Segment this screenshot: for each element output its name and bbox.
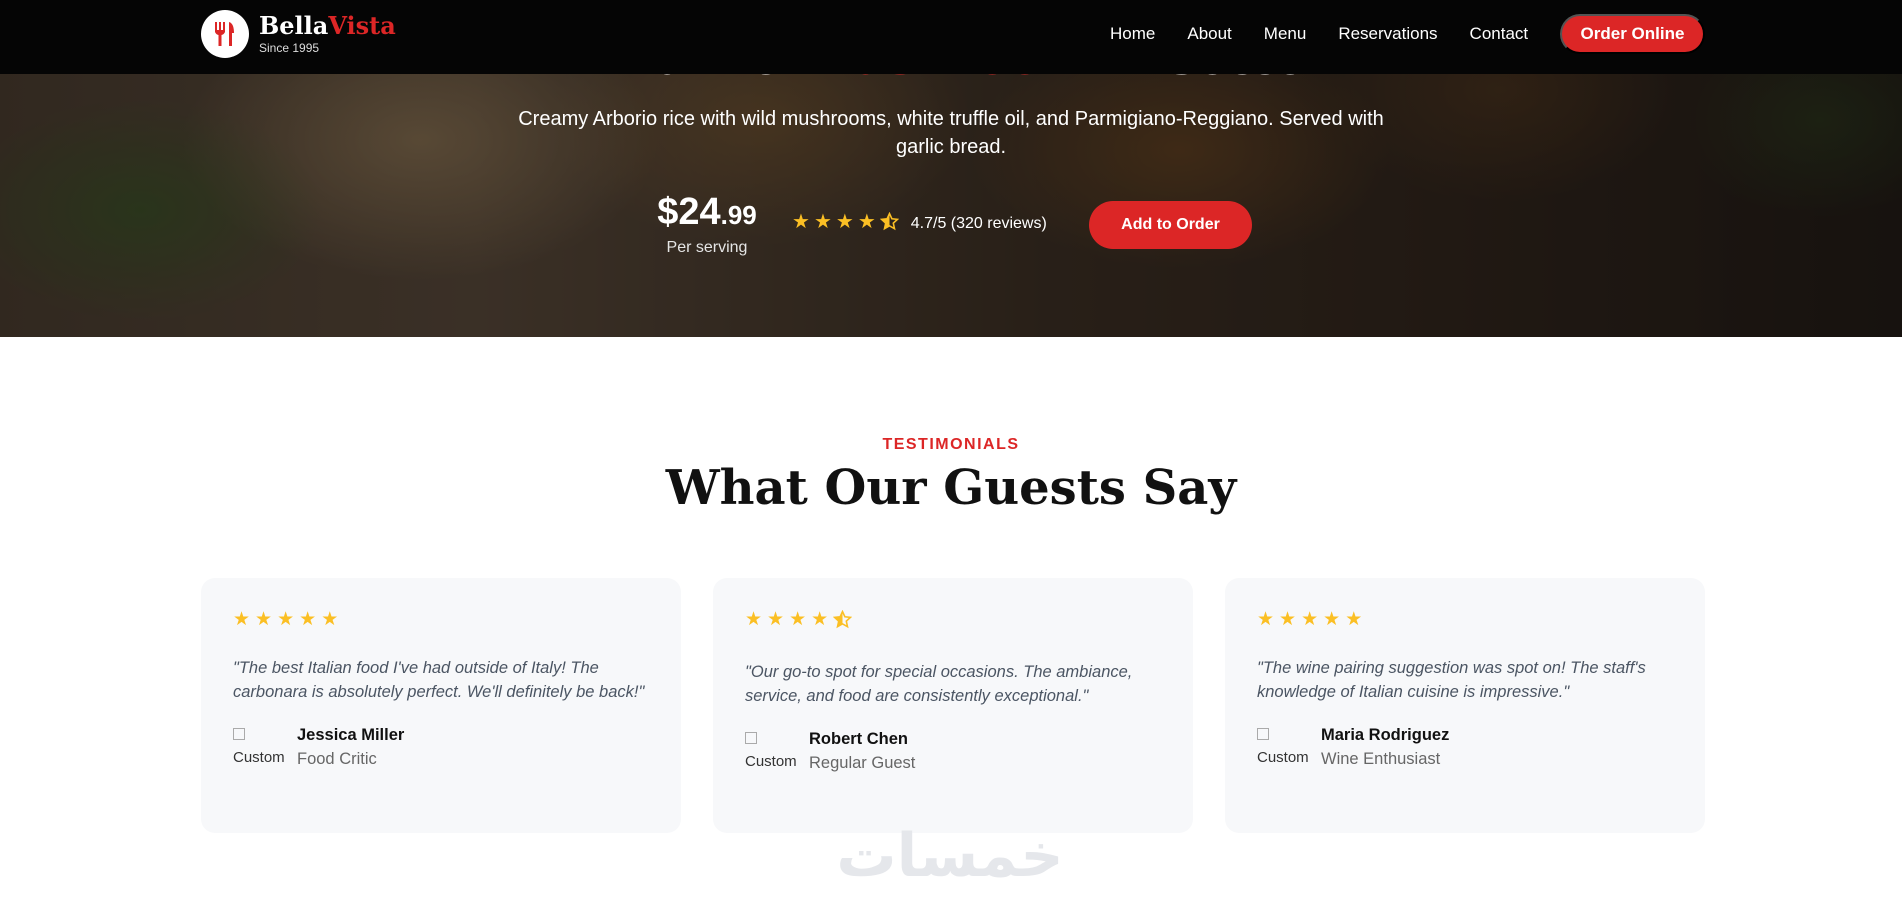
star-icon: ★ — [835, 211, 854, 233]
navbar: BellaVista Since 1995 Home About Menu Re… — [0, 0, 1902, 74]
hero-description: Creamy Arborio rice with wild mushrooms,… — [518, 108, 1384, 158]
testimonial-stars: ★ ★ ★ ★ ★ — [1257, 610, 1673, 630]
hero-rating-text: 4.7/5 (320 reviews) — [910, 214, 1047, 232]
testimonial-quote: "Our go-to spot for special occasions. T… — [745, 663, 1133, 705]
star-icon: ★ — [1257, 609, 1275, 630]
nav-link-home[interactable]: Home — [1110, 24, 1155, 44]
testimonial-author: Customer Maria Rodriguez Wine Enthusiast — [1257, 724, 1673, 774]
logo[interactable]: BellaVista Since 1995 — [201, 10, 396, 58]
star-icon: ★ — [1301, 609, 1319, 630]
star-icon: ★ — [813, 211, 832, 233]
author-role: Wine Enthusiast — [1321, 750, 1441, 768]
author-name: Robert Chen — [809, 730, 908, 748]
star-icon: ★ — [789, 609, 807, 630]
testimonial-card: ★ ★ ★ ★ ★ "The wine pairing suggestion was s… — [1225, 578, 1705, 833]
watermark: خمسات — [836, 822, 1064, 889]
broken-image-icon — [745, 732, 757, 744]
order-online-button[interactable]: Order Online — [1560, 14, 1705, 54]
star-icon: ★ — [1323, 609, 1341, 630]
nav-link-about[interactable]: About — [1187, 24, 1231, 44]
testimonial-quote: "The best Italian food I've had outside … — [233, 659, 645, 701]
brand-since: Since 1995 — [259, 41, 320, 55]
star-icon: ★ — [321, 609, 339, 630]
hero-rating: ★ ★ ★ ★ 4.7/5 (320 reviews) — [792, 211, 1047, 235]
price-block: $24.99 Per serving — [652, 190, 762, 257]
star-icon: ★ — [745, 609, 763, 630]
star-icon: ★ — [255, 609, 273, 630]
nav-link-contact[interactable]: Contact — [1470, 24, 1529, 44]
nav-link-menu[interactable]: Menu — [1264, 24, 1307, 44]
testimonial-card: ★ ★ ★ ★ "Our go-to spot for special occasio… — [713, 578, 1193, 833]
fork-knife-icon — [201, 10, 249, 58]
star-icon: ★ — [792, 211, 810, 233]
star-icon: ★ — [1279, 609, 1297, 630]
price-unit: Per serving — [666, 239, 748, 256]
half-star-icon — [832, 609, 853, 634]
nav-links: Home About Menu Reservations Contact — [1110, 0, 1528, 68]
nav-link-reservations[interactable]: Reservations — [1338, 24, 1437, 44]
avatar: Customer — [1257, 724, 1309, 774]
section-eyebrow: TESTIMONIALS — [882, 436, 1020, 453]
avatar: Customer — [745, 728, 797, 778]
testimonial-quote: "The wine pairing suggestion was spot on… — [1257, 659, 1646, 701]
star-icon: ★ — [767, 609, 785, 630]
price: $24.99 — [657, 191, 757, 233]
author-name: Jessica Miller — [297, 726, 405, 744]
star-icon: ★ — [811, 609, 829, 630]
broken-image-icon — [1257, 728, 1269, 740]
star-icon: ★ — [1345, 609, 1363, 630]
avatar: Customer — [233, 724, 285, 774]
testimonial-author: Customer Robert Chen Regular Guest — [745, 728, 1161, 778]
star-icon: ★ — [277, 609, 295, 630]
star-icon: ★ — [857, 211, 876, 233]
testimonial-stars: ★ ★ ★ ★ ★ — [233, 610, 649, 630]
section-title: What Our Guests Say — [665, 460, 1237, 516]
author-role: Food Critic — [297, 750, 377, 768]
testimonial-card: ★ ★ ★ ★ ★ "The best Italian food I've had ou… — [201, 578, 681, 833]
testimonial-author: Customer Jessica Miller Food Critic — [233, 724, 649, 774]
hero-rating-stars: ★ ★ ★ ★ — [792, 211, 899, 235]
author-name: Maria Rodriguez — [1321, 726, 1450, 744]
author-role: Regular Guest — [809, 754, 916, 772]
half-star-icon — [879, 211, 899, 235]
add-to-order-button[interactable]: Add to Order — [1089, 201, 1252, 249]
broken-image-icon — [233, 728, 245, 740]
testimonial-stars: ★ ★ ★ ★ — [745, 610, 1161, 634]
star-icon: ★ — [299, 609, 317, 630]
star-icon: ★ — [233, 609, 251, 630]
brand-name: BellaVista — [259, 11, 396, 40]
